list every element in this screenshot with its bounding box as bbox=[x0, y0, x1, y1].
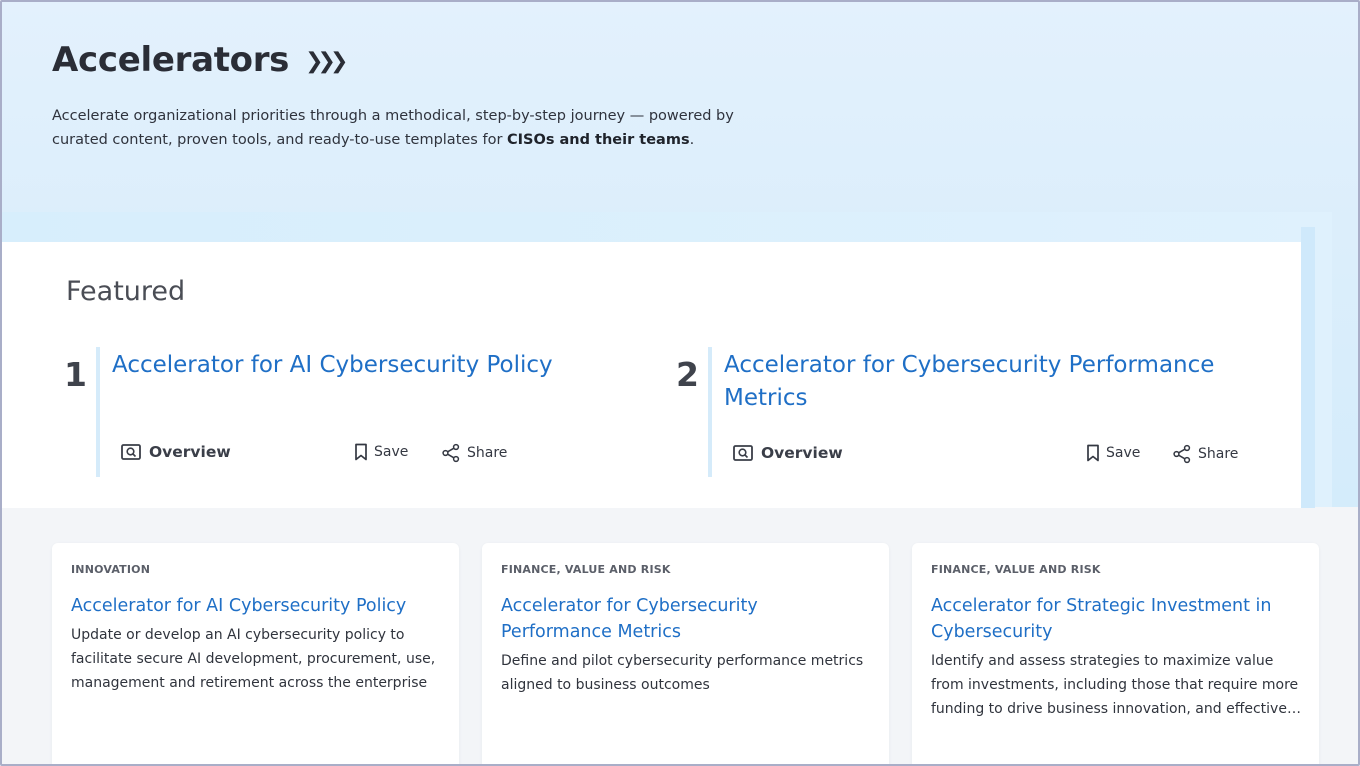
featured-accent-bar bbox=[96, 347, 100, 477]
featured-title: Featured bbox=[66, 276, 186, 307]
card-title-link[interactable]: Accelerator for Cybersecurity Performanc… bbox=[501, 593, 871, 645]
page-title: Accelerators ❯❯❯ bbox=[52, 40, 348, 80]
featured-edge bbox=[1301, 227, 1315, 508]
accelerator-card[interactable]: FINANCE, VALUE AND RISK Accelerator for … bbox=[912, 543, 1319, 764]
featured-accent-bar bbox=[708, 347, 712, 477]
card-title-link[interactable]: Accelerator for AI Cybersecurity Policy bbox=[71, 593, 441, 619]
page-title-text: Accelerators bbox=[52, 40, 290, 80]
card-description: Identify and assess strategies to maximi… bbox=[931, 653, 1300, 717]
featured-number: 2 bbox=[676, 355, 699, 394]
featured-number: 1 bbox=[64, 355, 87, 394]
overview-icon bbox=[121, 444, 141, 460]
share-button[interactable]: Share bbox=[441, 443, 507, 463]
accelerator-card[interactable]: INNOVATION Accelerator for AI Cybersecur… bbox=[52, 543, 459, 764]
bookmark-icon bbox=[1087, 444, 1099, 462]
featured-item-1: 1 Accelerator for AI Cybersecurity Polic… bbox=[64, 347, 664, 477]
card-description: Update or develop an AI cybersecurity po… bbox=[71, 627, 436, 691]
chevron-right-icon: ❯❯❯ bbox=[305, 48, 348, 74]
share-button[interactable]: Share bbox=[1172, 444, 1238, 464]
save-label: Save bbox=[374, 444, 409, 460]
save-button[interactable]: Save bbox=[354, 443, 408, 461]
overview-icon bbox=[733, 445, 753, 461]
card-category: FINANCE, VALUE AND RISK bbox=[931, 563, 1101, 576]
intro-end: . bbox=[689, 132, 695, 148]
featured-item-2: 2 Accelerator for Cybersecurity Performa… bbox=[676, 347, 1276, 477]
featured-title-link[interactable]: Accelerator for Cybersecurity Performanc… bbox=[724, 349, 1244, 415]
share-icon bbox=[1173, 444, 1191, 464]
overview-button[interactable]: Overview bbox=[121, 443, 231, 461]
overview-label: Overview bbox=[761, 444, 843, 462]
card-category: FINANCE, VALUE AND RISK bbox=[501, 563, 671, 576]
share-icon bbox=[442, 443, 460, 463]
page-intro: Accelerate organizational priorities thr… bbox=[52, 104, 772, 152]
accelerator-card[interactable]: FINANCE, VALUE AND RISK Accelerator for … bbox=[482, 543, 889, 764]
share-label: Share bbox=[467, 445, 508, 461]
page-frame: Accelerators ❯❯❯ Accelerate organization… bbox=[0, 0, 1360, 766]
bookmark-icon bbox=[355, 443, 367, 461]
save-button[interactable]: Save bbox=[1086, 444, 1140, 462]
share-label: Share bbox=[1198, 446, 1239, 462]
overview-label: Overview bbox=[149, 443, 231, 461]
intro-bold: CISOs and their teams bbox=[507, 132, 690, 148]
save-label: Save bbox=[1106, 445, 1141, 461]
card-title-link[interactable]: Accelerator for Strategic Investment in … bbox=[931, 593, 1301, 645]
overview-button[interactable]: Overview bbox=[733, 444, 843, 462]
featured-title-link[interactable]: Accelerator for AI Cybersecurity Policy bbox=[112, 349, 632, 382]
card-category: INNOVATION bbox=[71, 563, 151, 576]
card-description: Define and pilot cybersecurity performan… bbox=[501, 653, 864, 693]
